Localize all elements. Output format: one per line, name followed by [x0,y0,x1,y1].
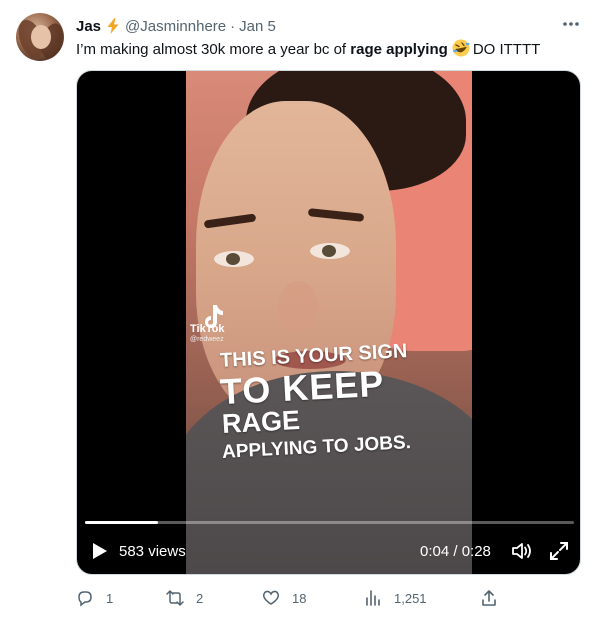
views-count: 1,251 [394,590,427,606]
analytics-icon [366,590,380,606]
views-button[interactable]: 1,251 [364,586,427,610]
tweet-text-start: I’m making almost 30k more a year bc of [76,41,351,58]
more-icon [563,22,579,26]
display-name[interactable]: Jas [76,18,101,35]
video-views: 583 views [119,543,186,560]
overlay-line-3: RAGE [221,404,301,440]
avatar[interactable] [16,13,64,61]
video-frame: TikTok @redweez THIS IS YOUR SIGN TO KEE… [186,71,472,574]
tweet-text-end: DO ITTTT [472,41,541,58]
eye-left [214,251,254,267]
reply-button[interactable]: 1 [76,586,113,610]
reply-icon [78,591,92,607]
video-time: 0:04 / 0:28 [420,543,491,560]
fullscreen-icon[interactable] [549,541,569,561]
share-icon [482,590,496,606]
eye-right [310,243,350,259]
tweet-text: I’m making almost 30k more a year bc of … [76,39,540,60]
play-icon[interactable] [89,541,109,561]
nose [278,281,318,331]
reply-count: 1 [106,590,114,606]
tiktok-watermark: TikTok [190,323,225,335]
video-progress-fill [85,521,159,524]
tweet-date[interactable]: Jan 5 [239,18,276,35]
retweet-icon [166,590,184,606]
retweet-button[interactable]: 2 [166,586,203,610]
retweet-count: 2 [196,590,204,606]
video-player[interactable]: TikTok @redweez THIS IS YOUR SIGN TO KEE… [76,70,581,575]
tweet-header: Jas @Jasminnhere · Jan 5 [76,16,276,36]
avatar-face [31,25,51,49]
lightning-icon [107,18,119,34]
like-button[interactable]: 18 [262,586,306,610]
brow-right [307,208,365,222]
overlay-line-2: TO KEEP [219,362,386,413]
user-handle[interactable]: @Jasminnhere [125,18,226,35]
volume-icon[interactable] [511,541,533,561]
video-controls: 583 views 0:04 / 0:28 [77,535,580,567]
like-count: 18 [292,590,307,606]
more-options-button[interactable] [558,14,584,34]
brow-left [203,213,257,229]
tweet-actions: 1 2 18 1,251 [76,586,586,610]
video-progress-bar[interactable] [85,521,574,524]
separator-dot: · [230,17,236,35]
tweet: Jas @Jasminnhere · Jan 5 I’m making almo… [0,0,600,625]
heart-icon [262,590,280,605]
rolling-laughing-emoji-icon [452,39,470,57]
tiktok-username: @redweez [190,336,224,343]
share-button[interactable] [480,586,498,610]
tweet-text-bold: rage applying [350,41,448,58]
